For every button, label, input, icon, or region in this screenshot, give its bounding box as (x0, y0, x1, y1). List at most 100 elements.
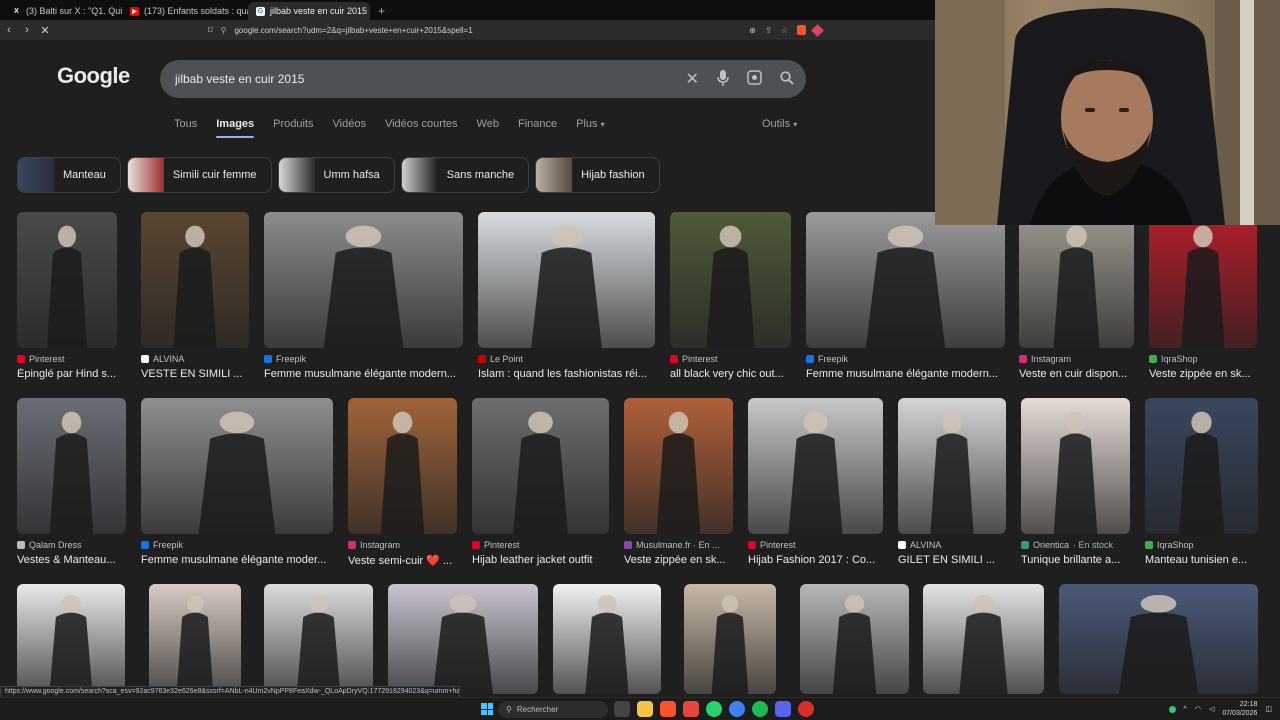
result-caption[interactable]: Hijab leather jacket outfit (472, 554, 609, 566)
result-image[interactable] (748, 398, 883, 534)
google-logo[interactable]: Google (57, 63, 130, 89)
result-caption[interactable]: all black very chic out... (670, 368, 791, 380)
new-tab-button[interactable]: + (370, 2, 393, 20)
result-caption[interactable]: Femme musulmane élégante modern... (264, 368, 463, 380)
tab-web[interactable]: Web (477, 118, 499, 138)
tab-x[interactable]: X (3) Balti sur X : "Q1. Qui sont les de… (4, 2, 122, 20)
result-caption[interactable]: Femme musulmane élégante modern... (806, 368, 1005, 380)
result-image[interactable] (478, 212, 655, 348)
share-icon[interactable]: ⇪ (765, 26, 772, 35)
result-image[interactable] (388, 584, 538, 694)
result-caption[interactable]: VESTE EN SIMILI ... (141, 368, 261, 380)
result-image[interactable] (1019, 212, 1134, 348)
forward-icon[interactable]: › (18, 24, 36, 36)
result-caption[interactable]: Épinglé par Hind s... (17, 368, 137, 380)
result-image[interactable] (17, 584, 125, 694)
star-icon[interactable]: ☆ (781, 26, 788, 35)
result-image[interactable] (264, 212, 463, 348)
result-source[interactable]: Pinterest (670, 354, 718, 364)
file-explorer-icon[interactable] (637, 701, 653, 717)
result-image[interactable] (1021, 398, 1130, 534)
result-source[interactable]: Instagram (1019, 354, 1071, 364)
chip-manteau[interactable]: Manteau (17, 157, 121, 193)
result-image[interactable] (141, 212, 249, 348)
result-source[interactable]: Freepik (141, 540, 183, 550)
result-image[interactable] (684, 584, 776, 694)
stop-icon[interactable]: ✕ (36, 24, 54, 37)
result-image[interactable] (17, 398, 126, 534)
tab-videos-courtes[interactable]: Vidéos courtes (385, 118, 458, 138)
lens-icon[interactable] (747, 70, 762, 88)
tray-icon[interactable] (1168, 705, 1176, 713)
tab-youtube[interactable]: ▶ (173) Enfants soldats : quand Daesh × (122, 2, 248, 20)
result-source[interactable]: Freepik (264, 354, 306, 364)
result-caption[interactable]: Islam : quand les fashionistas réi... (478, 368, 655, 380)
tools-button[interactable]: Outils ▾ (762, 118, 797, 130)
zoom-icon[interactable]: ⊕ (749, 26, 756, 35)
result-source[interactable]: Musulmane.fr · En ... (624, 540, 720, 550)
result-caption[interactable]: Vestes & Manteau... (17, 554, 137, 566)
result-source[interactable]: ALVINA (141, 354, 184, 364)
result-caption[interactable]: Tunique brillante a... (1021, 554, 1141, 566)
brave-icon[interactable] (660, 701, 676, 717)
result-source[interactable]: Qalam Dress (17, 540, 82, 550)
result-image[interactable] (1149, 212, 1257, 348)
rewards-icon[interactable] (811, 23, 824, 37)
result-source[interactable]: Pinterest (472, 540, 520, 550)
result-caption[interactable]: Veste en cuir dispon... (1019, 368, 1139, 380)
site-info-icon[interactable]: ⚲ (221, 26, 227, 35)
chip-umm-hafsa[interactable]: Umm hafsa (277, 157, 395, 193)
bookmark-icon[interactable]: ⌑ (208, 25, 213, 36)
tab-tous[interactable]: Tous (174, 118, 197, 138)
result-image[interactable] (898, 398, 1006, 534)
brave-shield-icon[interactable] (797, 25, 806, 35)
chip-simili-cuir-femme[interactable]: Simili cuir femme (126, 157, 272, 193)
result-caption[interactable]: Veste zippée en sk... (624, 554, 744, 566)
result-image[interactable] (800, 584, 909, 694)
result-image[interactable] (149, 584, 241, 694)
result-caption[interactable]: GILET EN SIMILI ... (898, 554, 1018, 566)
result-image[interactable] (472, 398, 609, 534)
result-source[interactable]: Orientica · En stock (1021, 540, 1113, 550)
chat-icon[interactable] (729, 701, 745, 717)
result-source[interactable]: ALVINA (898, 540, 941, 550)
whatsapp-icon[interactable] (706, 701, 722, 717)
result-image[interactable] (1145, 398, 1258, 534)
url-field[interactable]: ⌑ ⚲ google.com/search?udm=2&q=jilbab+ves… (208, 22, 942, 38)
chevron-up-icon[interactable]: ^ (1184, 706, 1187, 713)
tab-plus[interactable]: Plus ▾ (576, 118, 604, 138)
result-image[interactable] (624, 398, 733, 534)
tab-videos[interactable]: Vidéos (333, 118, 366, 138)
result-source[interactable]: IqraShop (1145, 540, 1194, 550)
result-caption[interactable]: Hijab Fashion 2017 : Co... (748, 554, 883, 566)
result-image[interactable] (264, 584, 373, 694)
result-image[interactable] (553, 584, 661, 694)
result-source[interactable]: IqraShop (1149, 354, 1198, 364)
spotify-icon[interactable] (752, 701, 768, 717)
browser-icon[interactable] (683, 701, 699, 717)
result-image[interactable] (670, 212, 791, 348)
back-icon[interactable]: ‹ (0, 24, 18, 36)
result-source[interactable]: Instagram (348, 540, 400, 550)
windows-start-icon[interactable] (481, 703, 493, 715)
result-source[interactable]: Pinterest (748, 540, 796, 550)
taskbar-search[interactable]: ⚲ Rechercher (498, 701, 608, 718)
result-caption[interactable]: Femme musulmane élégante moder... (141, 554, 333, 566)
clear-icon[interactable]: ✕ (686, 69, 699, 89)
clock[interactable]: 22:18 07/03/2026 (1222, 700, 1257, 718)
result-caption[interactable]: Manteau tunisien e... (1145, 554, 1265, 566)
result-caption[interactable]: Veste zippée en sk... (1149, 368, 1269, 380)
microphone-icon[interactable] (717, 69, 729, 89)
notifications-icon[interactable]: ◫ (1265, 705, 1272, 713)
result-source[interactable]: Pinterest (17, 354, 65, 364)
result-image[interactable] (348, 398, 457, 534)
result-source[interactable]: Freepik (806, 354, 848, 364)
volume-icon[interactable]: ◁ (1209, 705, 1214, 713)
tab-images[interactable]: Images (216, 118, 254, 138)
chip-hijab-fashion[interactable]: Hijab fashion (535, 157, 660, 193)
result-image[interactable] (1059, 584, 1258, 694)
tab-produits[interactable]: Produits (273, 118, 313, 138)
result-image[interactable] (806, 212, 1005, 348)
result-caption[interactable]: Veste semi-cuir ❤️ ... (348, 554, 468, 567)
chip-sans-manche[interactable]: Sans manche (400, 157, 530, 193)
